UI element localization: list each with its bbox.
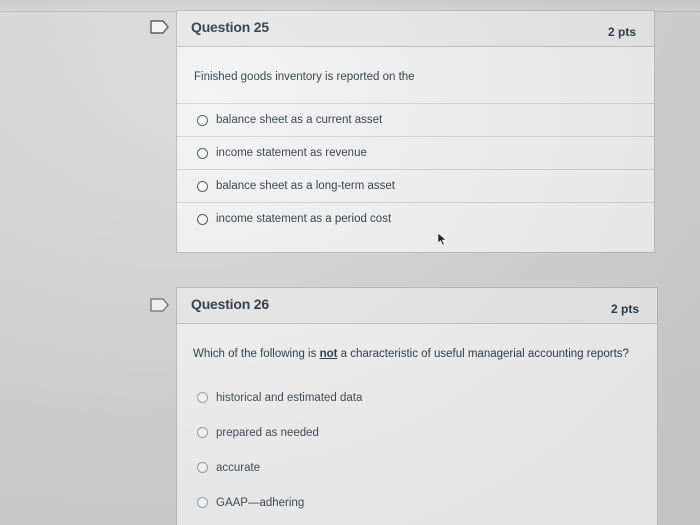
answer-option[interactable]: GAAP—adhering [177, 485, 657, 520]
answer-list: balance sheet as a current asset income … [177, 103, 654, 235]
question-title: Question 25 [191, 19, 269, 35]
flag-question-icon[interactable] [150, 20, 170, 34]
radio-button[interactable] [197, 114, 208, 126]
question-points: 2 pts [610, 302, 639, 316]
question-text: Which of the following is not a characte… [193, 348, 629, 360]
radio-button[interactable] [197, 497, 208, 508]
answer-option[interactable]: balance sheet as a long-term asset [177, 169, 654, 202]
answer-label: balance sheet as a long-term asset [216, 180, 395, 192]
question-header: Question 26 2 pts [177, 288, 657, 324]
question-text-emphasis: not [319, 348, 338, 360]
answer-label: balance sheet as a current asset [216, 114, 383, 126]
flag-question-icon[interactable] [150, 298, 170, 312]
answer-label: accurate [216, 461, 261, 474]
answer-list: historical and estimated data prepared a… [177, 380, 657, 520]
answer-label: income statement as revenue [216, 147, 367, 159]
question-text-after: a characteristic of useful managerial ac… [337, 348, 629, 360]
answer-label: GAAP—adhering [216, 496, 305, 509]
answer-option[interactable]: balance sheet as a current asset [177, 103, 654, 136]
radio-button[interactable] [197, 427, 208, 438]
question-text: Finished goods inventory is reported on … [194, 71, 415, 83]
radio-button[interactable] [197, 180, 208, 192]
radio-button[interactable] [197, 213, 208, 225]
answer-label: historical and estimated data [216, 391, 363, 404]
answer-label: income statement as a period cost [216, 213, 392, 225]
question-title: Question 26 [191, 296, 269, 312]
question-card-26: Question 26 2 pts Which of the following… [176, 287, 658, 525]
radio-button[interactable] [197, 462, 208, 473]
answer-label: prepared as needed [216, 426, 319, 439]
question-header: Question 25 2 pts [177, 11, 654, 47]
radio-button[interactable] [197, 392, 208, 403]
question-text-before: Which of the following is [193, 348, 320, 360]
answer-option[interactable]: income statement as a period cost [177, 202, 654, 235]
mouse-pointer-icon [437, 232, 447, 251]
answer-option[interactable]: prepared as needed [177, 415, 657, 450]
question-points: 2 pts [607, 25, 636, 39]
radio-button[interactable] [197, 147, 208, 159]
answer-option[interactable]: income statement as revenue [177, 136, 654, 169]
answer-option[interactable]: historical and estimated data [177, 380, 657, 415]
answer-option[interactable]: accurate [177, 450, 657, 485]
question-card-25: Question 25 2 pts Finished goods invento… [176, 10, 655, 253]
